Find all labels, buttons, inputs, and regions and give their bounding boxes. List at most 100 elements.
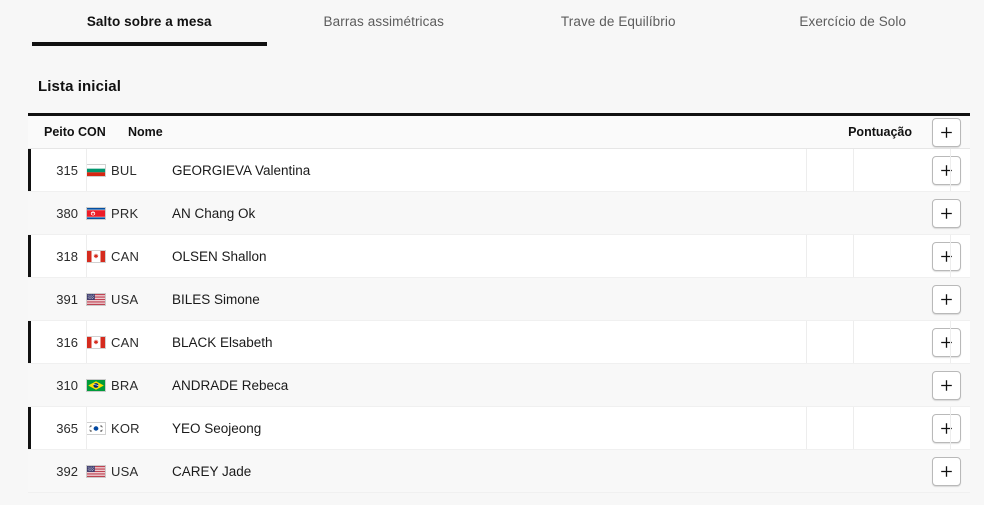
row-accent-bar: [28, 149, 31, 192]
cell-athlete-name: BLACK Elsabeth: [172, 335, 273, 350]
add-row-button[interactable]: [931, 371, 961, 400]
noc-code: USA: [111, 464, 139, 479]
column-divider: [86, 407, 87, 450]
column-divider: [853, 321, 854, 364]
table-row[interactable]: 315 BUL GEORGIEVA Valentina: [28, 149, 970, 192]
table-body: 315 BUL GEORGIEVA Valentina 380 PRK AN Chang …: [28, 149, 970, 493]
cell-add-button: [922, 242, 970, 271]
add-column-button[interactable]: [931, 117, 961, 147]
column-divider: [853, 235, 854, 278]
tab-exercicio-de-solo[interactable]: Exercício de Solo: [736, 0, 971, 49]
add-row-button[interactable]: [931, 328, 961, 357]
cell-add-button: [922, 285, 970, 314]
column-divider: [950, 149, 951, 192]
cell-bib: 392: [56, 464, 78, 479]
table-row[interactable]: 391 USA BILES Simone: [28, 278, 970, 321]
cell-bib: 310: [56, 378, 78, 393]
row-accent-bar: [28, 235, 31, 278]
table-row[interactable]: 316 CAN BLACK Elsabeth: [28, 321, 970, 364]
cell-add-button: [922, 457, 970, 486]
add-row-button[interactable]: [931, 199, 961, 228]
page-title: Lista inicial: [38, 78, 121, 95]
add-row-button[interactable]: [931, 285, 961, 314]
noc-code: PRK: [111, 206, 139, 221]
north-korea-flag: [86, 207, 106, 220]
noc-code: BRA: [111, 378, 139, 393]
cell-add-button: [922, 328, 970, 357]
bulgaria-flag: [86, 164, 106, 177]
cell-bib: 316: [56, 335, 78, 350]
cell-add-button: [922, 414, 970, 443]
tab-label: Barras assimétricas: [323, 14, 444, 29]
tab-barras-assimetricas[interactable]: Barras assimétricas: [267, 0, 502, 49]
row-separator: [28, 492, 970, 493]
south-korea-flag: [86, 422, 106, 435]
cell-athlete-name: YEO Seojeong: [172, 421, 262, 436]
noc-code: BUL: [111, 163, 137, 178]
discipline-tabs: Salto sobre a mesa Barras assimétricas T…: [0, 0, 984, 49]
column-divider: [806, 321, 807, 364]
canada-flag: [86, 250, 106, 263]
cell-add-button: [922, 371, 970, 400]
cell-noc: USA: [86, 464, 150, 479]
tab-salto-sobre-a-mesa[interactable]: Salto sobre a mesa: [32, 0, 267, 49]
noc-code: CAN: [111, 335, 140, 350]
column-divider: [806, 235, 807, 278]
column-divider: [86, 149, 87, 192]
cell-add-button: [922, 156, 970, 185]
brazil-flag: [86, 379, 106, 392]
cell-bib: 315: [56, 163, 78, 178]
table-row[interactable]: 365 KOR YEO Seojeong: [28, 407, 970, 450]
table-row[interactable]: 310 BRA ANDRADE Rebeca: [28, 364, 970, 407]
column-divider: [853, 149, 854, 192]
row-accent-bar: [28, 407, 31, 450]
plus-icon: [940, 126, 952, 138]
usa-flag: [86, 293, 106, 306]
header-add-column-cell: [922, 117, 970, 147]
tab-trave-de-equilibrio[interactable]: Trave de Equilíbrio: [501, 0, 736, 49]
cell-bib: 391: [56, 292, 78, 307]
noc-code: KOR: [111, 421, 140, 436]
tab-label: Trave de Equilíbrio: [560, 14, 676, 29]
cell-noc: CAN: [86, 335, 150, 350]
column-divider: [950, 321, 951, 364]
table-row[interactable]: 318 CAN OLSEN Shallon: [28, 235, 970, 278]
cell-athlete-name: AN Chang Ok: [172, 206, 256, 221]
start-list-table: Peito CON Nome Pontuação 315 BUL GEORGIEVA…: [28, 113, 970, 493]
column-divider: [950, 407, 951, 450]
add-row-button[interactable]: [931, 156, 961, 185]
cell-noc: PRK: [86, 206, 150, 221]
add-row-button[interactable]: [931, 414, 961, 443]
cell-bib: 380: [56, 206, 78, 221]
cell-noc: BUL: [86, 163, 150, 178]
table-row[interactable]: 392 USA CAREY Jade: [28, 450, 970, 493]
cell-noc: USA: [86, 292, 150, 307]
plus-icon: [940, 294, 952, 305]
table-row[interactable]: 380 PRK AN Chang Ok: [28, 192, 970, 235]
canada-flag: [86, 336, 106, 349]
cell-athlete-name: OLSEN Shallon: [172, 249, 267, 264]
cell-add-button: [922, 199, 970, 228]
plus-icon: [940, 380, 952, 391]
active-tab-underline: [32, 42, 267, 46]
noc-code: USA: [111, 292, 139, 307]
column-divider: [86, 321, 87, 364]
column-divider: [806, 149, 807, 192]
add-row-button[interactable]: [931, 457, 961, 486]
noc-code: CAN: [111, 249, 140, 264]
cell-athlete-name: GEORGIEVA Valentina: [172, 163, 311, 178]
tab-label: Exercício de Solo: [799, 14, 907, 29]
column-divider: [806, 407, 807, 450]
plus-icon: [940, 466, 952, 477]
column-header-score: Pontuação: [848, 125, 912, 139]
column-divider: [86, 235, 87, 278]
row-accent-bar: [28, 321, 31, 364]
column-divider: [950, 235, 951, 278]
cell-bib: 365: [56, 421, 78, 436]
cell-noc: CAN: [86, 249, 150, 264]
tab-label: Salto sobre a mesa: [86, 14, 212, 29]
cell-athlete-name: CAREY Jade: [172, 464, 252, 479]
cell-noc: KOR: [86, 421, 150, 436]
add-row-button[interactable]: [931, 242, 961, 271]
column-header-bib: Peito CON: [44, 125, 106, 139]
